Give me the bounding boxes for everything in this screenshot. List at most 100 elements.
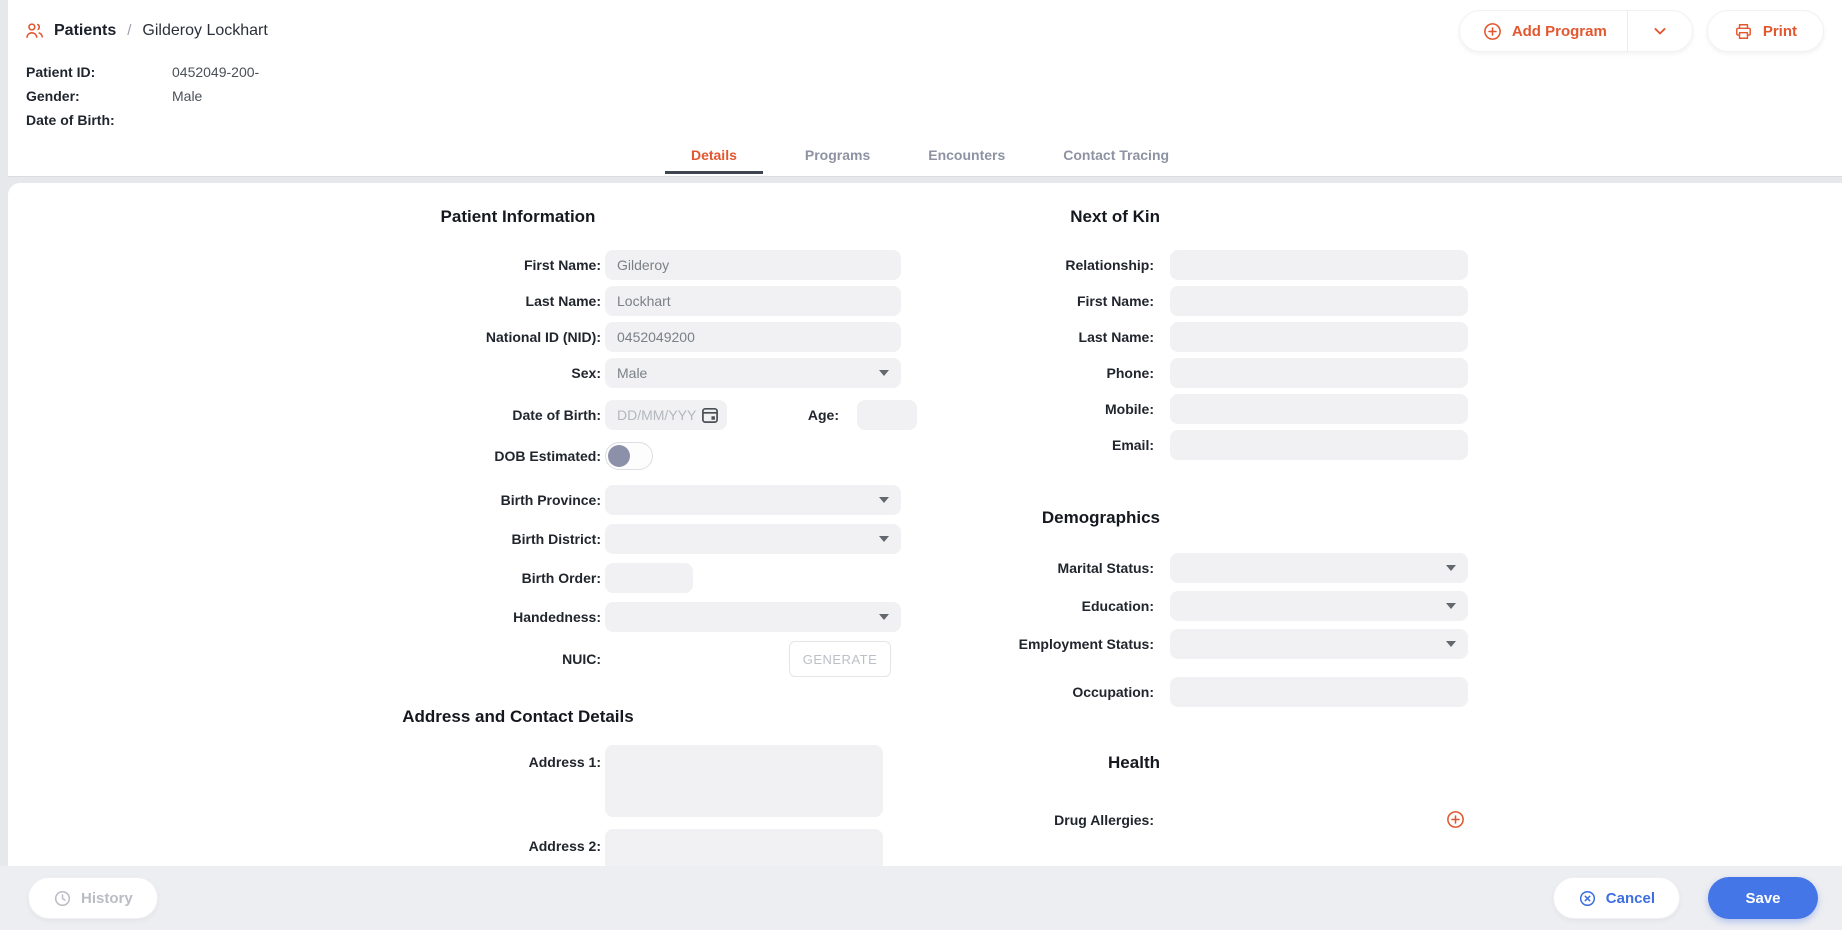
field-row-marital-status: Marital Status: bbox=[908, 553, 1469, 583]
education-label: Education: bbox=[908, 598, 1154, 614]
mobile-input[interactable] bbox=[1170, 394, 1468, 424]
address-2-textarea[interactable] bbox=[605, 829, 883, 866]
save-button[interactable]: Save bbox=[1708, 877, 1818, 919]
summary-row-patient-id: Patient ID: 0452049-200- bbox=[26, 64, 259, 80]
tab-contact-tracing[interactable]: Contact Tracing bbox=[1047, 141, 1185, 174]
section-title-next-of-kin: Next of Kin bbox=[908, 207, 1160, 227]
breadcrumb: Patients / Gilderoy Lockhart bbox=[24, 20, 268, 41]
field-row-email: Email: bbox=[908, 430, 1469, 460]
patient-tabs: Details Programs Encounters Contact Trac… bbox=[8, 141, 1842, 174]
phone-label: Phone: bbox=[908, 365, 1154, 381]
toggle-knob bbox=[608, 445, 630, 467]
birth-order-input[interactable] bbox=[605, 563, 693, 593]
caret-down-icon bbox=[1446, 603, 1456, 609]
nok-first-name-label: First Name: bbox=[908, 293, 1154, 309]
mobile-label: Mobile: bbox=[908, 401, 1154, 417]
close-circle-icon bbox=[1578, 889, 1597, 908]
gender-value: Male bbox=[172, 88, 202, 104]
birth-order-label: Birth Order: bbox=[348, 570, 601, 586]
patient-details-form: Patient Information First Name: Last Nam… bbox=[8, 183, 1842, 866]
generate-nuic-button[interactable]: GENERATE bbox=[789, 641, 891, 677]
field-row-first-name: First Name: bbox=[348, 250, 904, 280]
employment-status-select[interactable] bbox=[1170, 629, 1468, 659]
tab-details[interactable]: Details bbox=[665, 141, 763, 174]
tab-programs[interactable]: Programs bbox=[789, 141, 886, 174]
nok-last-name-input[interactable] bbox=[1170, 322, 1468, 352]
plus-circle-icon bbox=[1482, 21, 1503, 42]
field-row-date-of-birth: Date of Birth: Age: bbox=[348, 400, 904, 430]
drug-allergies-field bbox=[1170, 809, 1468, 830]
clock-icon bbox=[53, 889, 72, 908]
field-row-birth-order: Birth Order: bbox=[348, 563, 904, 593]
birth-district-select[interactable] bbox=[605, 524, 901, 554]
page-header: Patients / Gilderoy Lockhart Add Program bbox=[8, 0, 1842, 177]
add-program-button[interactable]: Add Program bbox=[1460, 11, 1627, 51]
field-row-nuic: NUIC: GENERATE bbox=[348, 641, 904, 677]
nuic-field: GENERATE bbox=[605, 641, 901, 677]
breadcrumb-current-patient: Gilderoy Lockhart bbox=[142, 22, 267, 40]
history-button[interactable]: History bbox=[28, 877, 158, 919]
print-button[interactable]: Print bbox=[1707, 10, 1824, 52]
cancel-label: Cancel bbox=[1606, 890, 1655, 907]
nok-first-name-input[interactable] bbox=[1170, 286, 1468, 316]
left-column: Patient Information First Name: Last Nam… bbox=[348, 183, 904, 866]
caret-down-icon bbox=[1446, 641, 1456, 647]
date-of-birth-field bbox=[605, 400, 727, 430]
tab-encounters[interactable]: Encounters bbox=[912, 141, 1021, 174]
field-row-address-2: Address 2: bbox=[348, 829, 904, 866]
dob-label: Date of Birth: bbox=[26, 112, 172, 128]
relationship-input[interactable] bbox=[1170, 250, 1468, 280]
patient-id-value: 0452049-200- bbox=[172, 64, 259, 80]
first-name-input[interactable] bbox=[605, 250, 901, 280]
field-row-handedness: Handedness: bbox=[348, 602, 904, 632]
sex-select[interactable]: Male bbox=[605, 358, 901, 388]
gender-label: Gender: bbox=[26, 88, 172, 104]
add-program-dropdown-toggle[interactable] bbox=[1628, 11, 1692, 51]
add-drug-allergy-button[interactable] bbox=[1445, 809, 1466, 830]
caret-down-icon bbox=[879, 614, 889, 620]
save-label: Save bbox=[1745, 890, 1780, 907]
calendar-icon[interactable] bbox=[700, 405, 720, 425]
drug-allergies-label: Drug Allergies: bbox=[908, 812, 1154, 828]
nok-last-name-label: Last Name: bbox=[908, 329, 1154, 345]
birth-province-select[interactable] bbox=[605, 485, 901, 515]
phone-input[interactable] bbox=[1170, 358, 1468, 388]
sex-label: Sex: bbox=[348, 365, 601, 381]
birth-district-label: Birth District: bbox=[348, 531, 601, 547]
nuic-label: NUIC: bbox=[348, 651, 601, 667]
first-name-label: First Name: bbox=[348, 257, 601, 273]
section-title-demographics: Demographics bbox=[908, 508, 1160, 528]
national-id-label: National ID (NID): bbox=[348, 329, 601, 345]
marital-status-select[interactable] bbox=[1170, 553, 1468, 583]
last-name-input[interactable] bbox=[605, 286, 901, 316]
printer-icon bbox=[1734, 22, 1753, 41]
field-row-occupation: Occupation: bbox=[908, 677, 1469, 707]
field-row-address-1: Address 1: bbox=[348, 745, 904, 817]
chevron-down-icon bbox=[1650, 21, 1670, 41]
breadcrumb-patients-link[interactable]: Patients bbox=[54, 22, 116, 40]
employment-status-label: Employment Status: bbox=[908, 636, 1154, 652]
email-input[interactable] bbox=[1170, 430, 1468, 460]
cancel-button[interactable]: Cancel bbox=[1553, 877, 1680, 919]
national-id-input[interactable] bbox=[605, 322, 901, 352]
breadcrumb-separator: / bbox=[127, 22, 131, 39]
field-row-employment-status: Employment Status: bbox=[908, 629, 1469, 659]
occupation-input[interactable] bbox=[1170, 677, 1468, 707]
sex-select-value: Male bbox=[617, 365, 647, 381]
field-row-drug-allergies: Drug Allergies: bbox=[908, 809, 1469, 830]
add-program-label: Add Program bbox=[1512, 23, 1607, 40]
right-column: Next of Kin Relationship: First Name: La… bbox=[908, 183, 1469, 836]
education-select[interactable] bbox=[1170, 591, 1468, 621]
form-action-bar: History Cancel Save bbox=[0, 866, 1842, 930]
dob-estimated-toggle[interactable] bbox=[605, 442, 653, 470]
occupation-label: Occupation: bbox=[908, 684, 1154, 700]
last-name-label: Last Name: bbox=[348, 293, 601, 309]
address-1-textarea[interactable] bbox=[605, 745, 883, 817]
handedness-select[interactable] bbox=[605, 602, 901, 632]
relationship-label: Relationship: bbox=[908, 257, 1154, 273]
date-of-birth-label: Date of Birth: bbox=[348, 407, 601, 423]
email-label: Email: bbox=[908, 437, 1154, 453]
marital-status-label: Marital Status: bbox=[908, 560, 1154, 576]
section-title-health: Health bbox=[908, 753, 1160, 773]
field-row-relationship: Relationship: bbox=[908, 250, 1469, 280]
